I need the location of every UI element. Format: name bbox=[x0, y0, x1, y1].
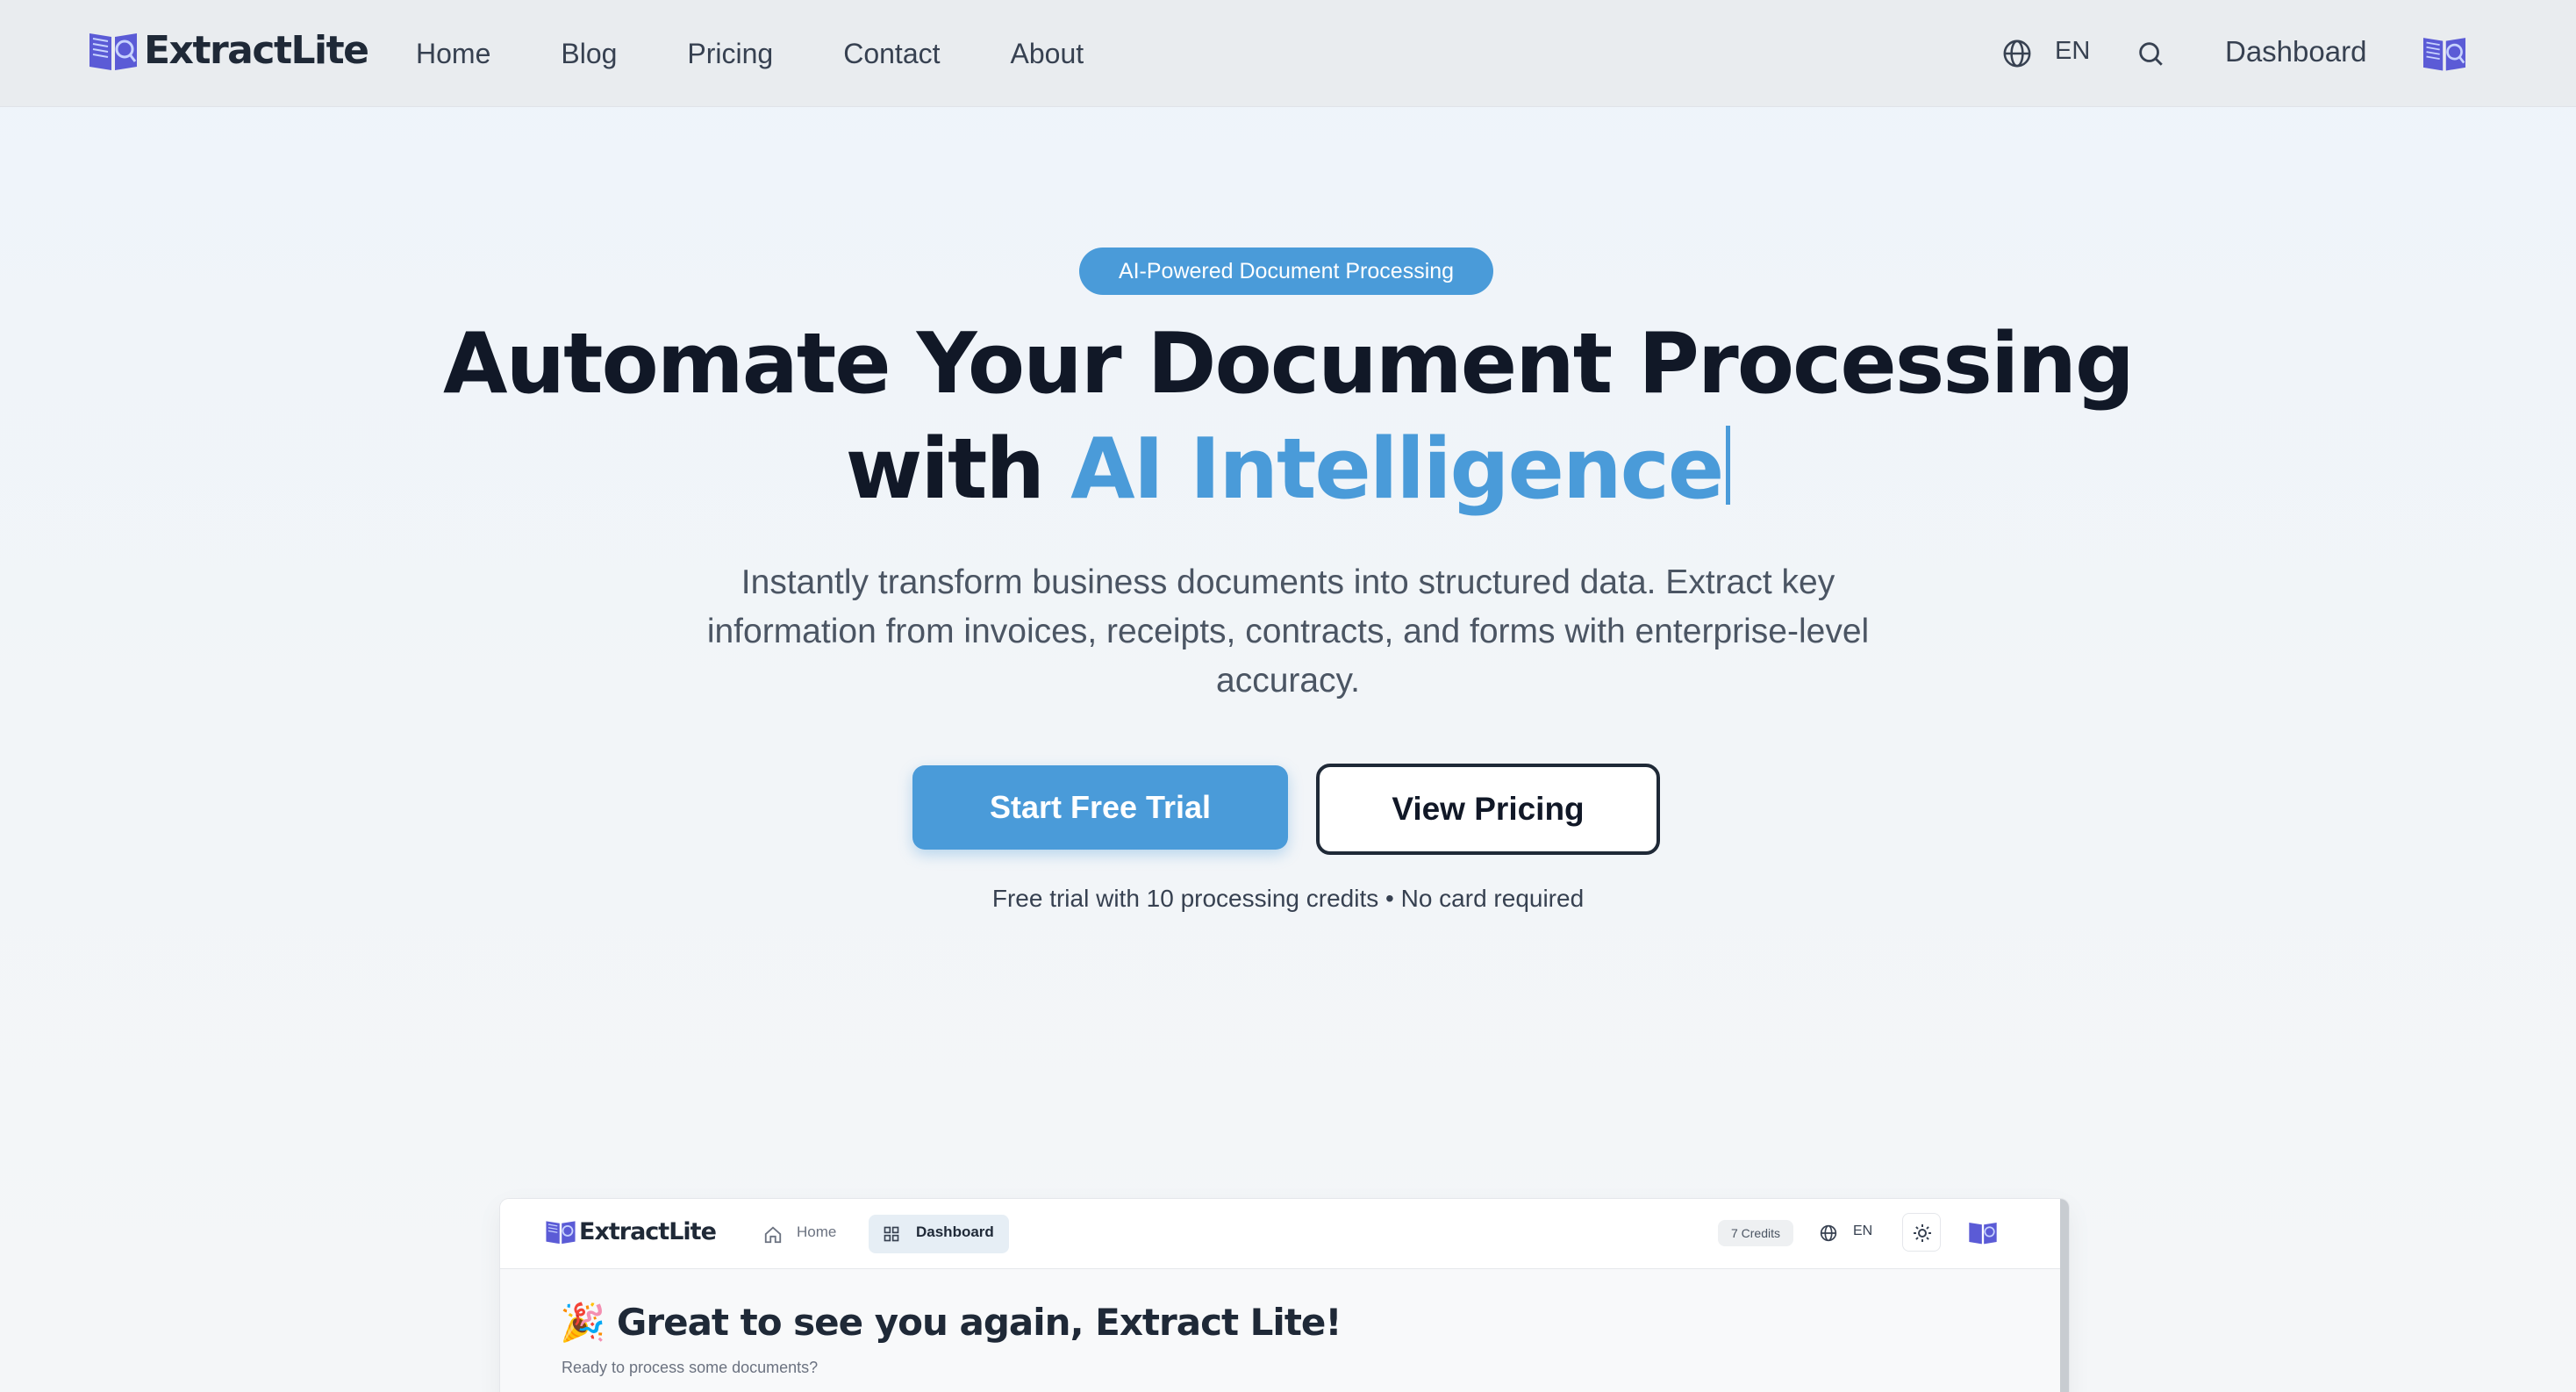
brand-logo-link[interactable]: ExtractLite bbox=[86, 26, 369, 74]
brand-name: ExtractLite bbox=[144, 27, 369, 73]
headline-accent: AI Intelligence bbox=[1070, 421, 1724, 518]
preview-subtext: Ready to process some documents? bbox=[562, 1359, 819, 1376]
preview-greeting: 🎉 Great to see you again, Extract Lite! bbox=[560, 1301, 1342, 1344]
user-avatar-icon[interactable] bbox=[2420, 32, 2469, 74]
grid-icon bbox=[884, 1226, 899, 1242]
typing-caret bbox=[1726, 426, 1731, 505]
book-logo-icon bbox=[89, 33, 137, 70]
home-icon bbox=[764, 1226, 782, 1244]
preview-navbar: ExtractLite Home Dashboard 7 Credits EN bbox=[500, 1199, 2060, 1269]
headline-prefix: with bbox=[845, 421, 1071, 518]
preview-nav-dashboard: Dashboard bbox=[916, 1223, 994, 1240]
nav-link-home[interactable]: Home bbox=[416, 38, 490, 70]
top-navbar: ExtractLite Home Blog Pricing Contact Ab… bbox=[0, 0, 2576, 107]
primary-nav: Home Blog Pricing Contact About bbox=[416, 0, 1154, 107]
dashboard-link[interactable]: Dashboard bbox=[2225, 35, 2366, 68]
search-icon[interactable] bbox=[2136, 39, 2165, 68]
nav-link-about[interactable]: About bbox=[1011, 38, 1084, 70]
preview-credits-badge: 7 Credits bbox=[1718, 1220, 1793, 1246]
trial-note: Free trial with 10 processing credits • … bbox=[991, 885, 1585, 912]
nav-link-contact[interactable]: Contact bbox=[843, 38, 940, 70]
preview-language: EN bbox=[1853, 1223, 1873, 1238]
preview-brand: ExtractLite bbox=[544, 1216, 717, 1246]
landing-page: ExtractLite Home Blog Pricing Contact Ab… bbox=[0, 0, 2576, 1392]
view-pricing-button[interactable]: View Pricing bbox=[1316, 764, 1660, 855]
user-avatar-icon bbox=[1969, 1222, 1997, 1245]
globe-icon[interactable] bbox=[2002, 39, 2032, 68]
nav-link-pricing[interactable]: Pricing bbox=[687, 38, 773, 70]
start-free-trial-button[interactable]: Start Free Trial bbox=[912, 765, 1288, 850]
preview-nav-home: Home bbox=[797, 1223, 837, 1240]
hero-subtitle: Instantly transform business documents i… bbox=[706, 563, 1870, 700]
hero-headline-line2: with AI Intelligence bbox=[0, 421, 2576, 518]
language-selector[interactable]: EN bbox=[2055, 37, 2090, 66]
book-logo-icon bbox=[546, 1221, 576, 1245]
hero-badge: AI-Powered Document Processing bbox=[1079, 248, 1493, 295]
nav-link-blog[interactable]: Blog bbox=[561, 38, 617, 70]
dashboard-preview: ExtractLite Home Dashboard 7 Credits EN bbox=[500, 1199, 2069, 1392]
preview-theme-toggle bbox=[1902, 1213, 1941, 1252]
globe-icon bbox=[1820, 1224, 1837, 1242]
preview-brand-name: ExtractLite bbox=[579, 1217, 717, 1245]
sun-icon bbox=[1914, 1224, 1931, 1242]
preview-scrollbar bbox=[2060, 1199, 2069, 1392]
hero-headline-line1: Automate Your Document Processing bbox=[442, 316, 2135, 413]
